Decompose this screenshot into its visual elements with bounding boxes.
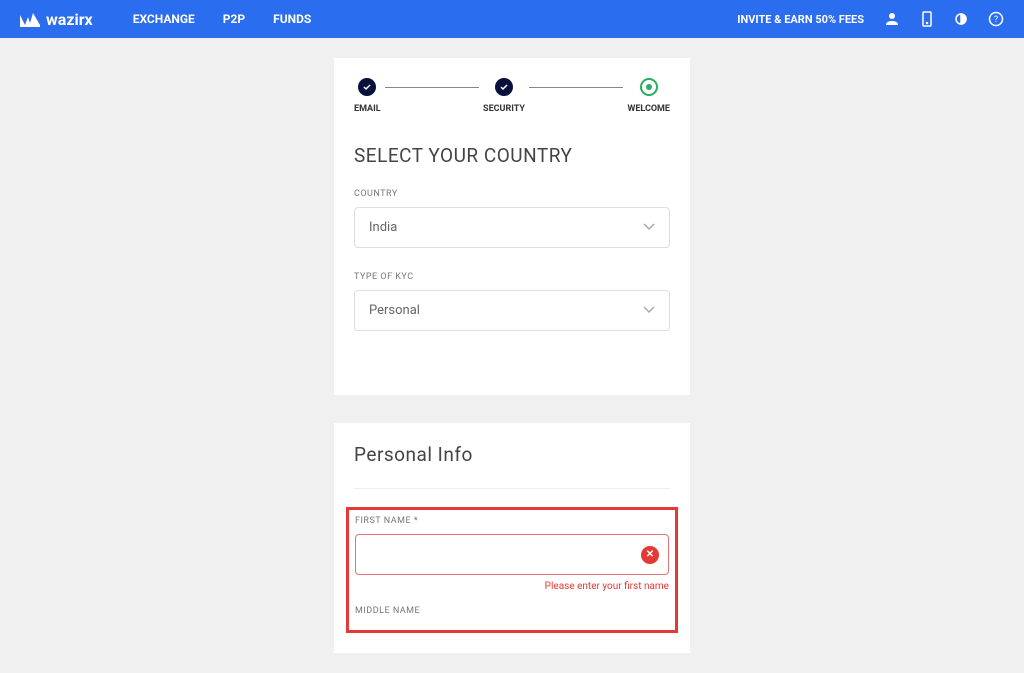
error-message: Please enter your first name [355, 581, 669, 592]
personal-info-card: Personal Info FIRST NAME * ✕ Please ente… [334, 423, 690, 653]
first-name-wrap: ✕ [355, 534, 669, 575]
wazirx-logo-icon [20, 11, 40, 27]
step-connector [529, 87, 623, 88]
check-icon [358, 78, 376, 96]
step-connector [385, 87, 479, 88]
step-security: SECURITY [483, 78, 525, 114]
main-content: EMAIL SECURITY WELCOME SELECT YOUR COUNT… [0, 38, 1024, 673]
brand-text: wazirx [46, 10, 93, 29]
mobile-icon[interactable] [920, 11, 934, 27]
check-icon [495, 78, 513, 96]
kyc-type-field: TYPE OF KYC Personal [354, 272, 670, 331]
nav-funds[interactable]: FUNDS [273, 12, 311, 26]
step-label: EMAIL [354, 104, 381, 114]
country-select[interactable]: India [354, 207, 670, 248]
divider [354, 488, 670, 489]
svg-text:?: ? [994, 15, 998, 25]
step-welcome: WELCOME [627, 78, 670, 114]
help-icon[interactable]: ? [988, 11, 1004, 27]
first-name-input[interactable] [355, 534, 669, 575]
main-nav: EXCHANGE P2P FUNDS [133, 12, 312, 26]
theme-icon[interactable] [954, 12, 968, 26]
field-label: MIDDLE NAME [355, 606, 669, 616]
field-label: TYPE OF KYC [354, 272, 670, 282]
select-value: India [369, 220, 397, 235]
chevron-down-icon [643, 220, 655, 235]
nav-p2p[interactable]: P2P [223, 12, 245, 26]
step-label: SECURITY [483, 104, 525, 114]
invite-link[interactable]: INVITE & EARN 50% FEES [737, 13, 864, 26]
top-nav: wazirx EXCHANGE P2P FUNDS INVITE & EARN … [0, 0, 1024, 38]
onboarding-stepper: EMAIL SECURITY WELCOME [334, 78, 690, 124]
country-section: SELECT YOUR COUNTRY COUNTRY India TYPE O… [334, 124, 690, 375]
select-value: Personal [369, 303, 420, 318]
header-right: INVITE & EARN 50% FEES ? [737, 11, 1004, 27]
country-card: EMAIL SECURITY WELCOME SELECT YOUR COUNT… [334, 58, 690, 395]
error-highlight-area: FIRST NAME * ✕ Please enter your first n… [346, 507, 678, 633]
error-x-icon: ✕ [641, 546, 659, 564]
user-icon[interactable] [884, 11, 900, 27]
field-label: FIRST NAME * [355, 516, 669, 526]
active-step-icon [640, 78, 658, 96]
section-title: Personal Info [354, 443, 670, 466]
field-label: COUNTRY [354, 189, 670, 199]
chevron-down-icon [643, 303, 655, 318]
kyc-type-select[interactable]: Personal [354, 290, 670, 331]
step-label: WELCOME [627, 104, 670, 114]
country-field: COUNTRY India [354, 189, 670, 248]
nav-exchange[interactable]: EXCHANGE [133, 12, 195, 26]
section-title: SELECT YOUR COUNTRY [354, 144, 670, 167]
step-email: EMAIL [354, 78, 381, 114]
brand-logo[interactable]: wazirx [20, 10, 93, 29]
